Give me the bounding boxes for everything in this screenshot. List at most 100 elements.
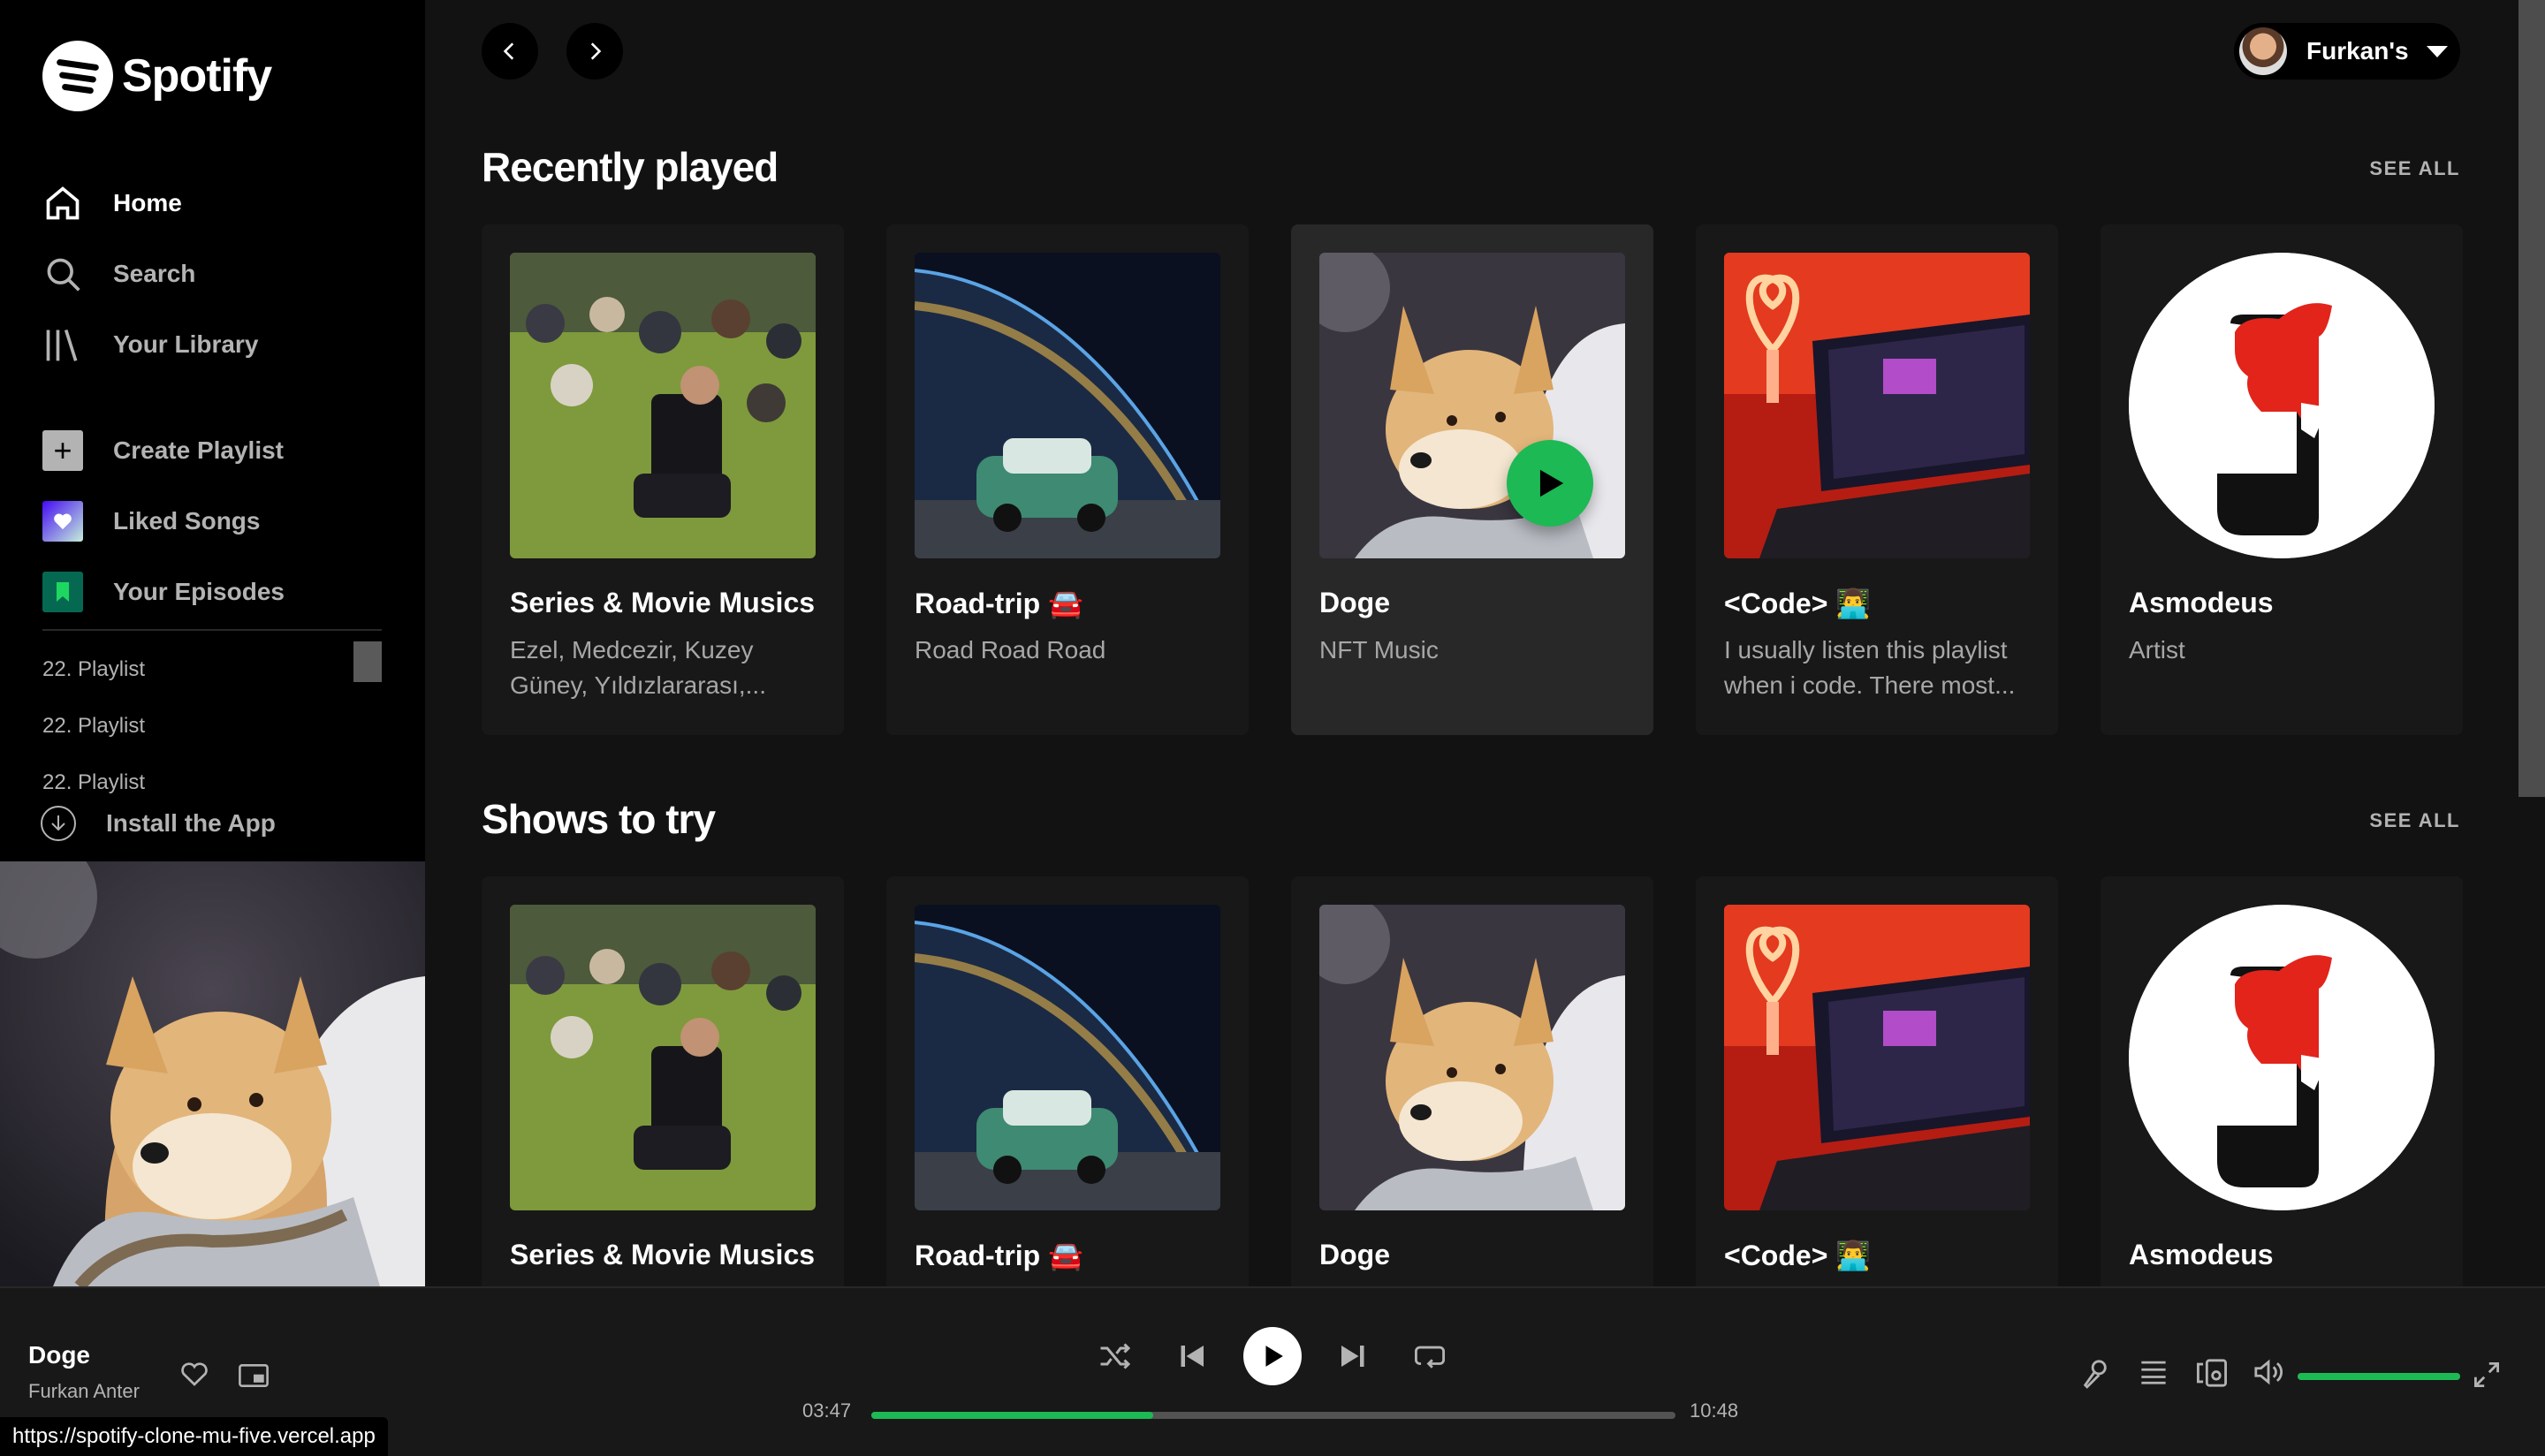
card-art-laptop [1724,253,2030,558]
play-button[interactable] [1507,440,1593,527]
caret-down-icon [2426,45,2448,57]
picture-in-picture-button[interactable] [239,1364,269,1392]
avatar [2239,27,2287,75]
now-playing-title[interactable]: Doge [28,1341,90,1369]
expand-icon [2474,1362,2499,1387]
playlist-scrollbar[interactable] [353,641,382,682]
nav-library-label: Your Library [113,330,259,358]
see-all-recently-played[interactable]: SEE ALL [2369,157,2460,180]
main-scrollbar[interactable] [2518,0,2545,797]
home-icon [42,183,83,224]
main-play-button[interactable] [1243,1327,1302,1385]
skip-back-icon [1181,1346,1204,1367]
status-url: https://spotify-clone-mu-five.vercel.app [0,1417,388,1456]
shows-to-try-row: Series & Movie Musics Road-trip 🚘 Doge <… [482,876,2463,1286]
heart-outline-icon [181,1362,208,1386]
shuffle-button[interactable] [1096,1327,1135,1385]
card-series-movie-musics[interactable]: Series & Movie Musics Ezel, Medcezir, Ku… [482,224,844,735]
card-subtitle: I usually listen this playlist when i co… [1724,636,2016,699]
volume-slider[interactable] [2298,1373,2460,1380]
download-icon [41,806,76,841]
now-playing-cover-art[interactable] [0,835,425,1291]
nav-search[interactable]: Search [42,239,258,309]
playlist-item[interactable]: 22. Playlist [42,641,382,698]
heart-icon [42,501,83,542]
card-code[interactable]: <Code> 👨‍💻 I usually listen this playlis… [1696,224,2058,735]
card-title: Road-trip 🚘 [915,588,1083,619]
nav-search-label: Search [113,260,196,287]
chevron-right-icon [590,42,602,60]
card-asmodeus[interactable]: Asmodeus [2101,876,2463,1286]
card-doge[interactable]: Doge [1291,876,1653,1286]
install-app-button[interactable]: Install the App [41,806,276,841]
card-asmodeus[interactable]: Asmodeus Artist [2101,224,2463,735]
user-menu-button[interactable]: Furkan's [2234,23,2460,80]
repeat-button[interactable] [1410,1327,1449,1385]
top-bar: Furkan's [482,23,2460,80]
elapsed-time: 03:47 [802,1399,852,1422]
card-title: Asmodeus [2129,1239,2274,1270]
create-playlist-label: Create Playlist [113,436,284,464]
card-title: <Code> 👨‍💻 [1724,1240,1872,1271]
progress-bar[interactable] [871,1412,1675,1419]
user-name: Furkan's [2306,37,2409,64]
spotify-app: Spotify Home Search Your Library + Creat… [0,0,2545,1456]
now-playing-artist[interactable]: Furkan Anter [28,1380,140,1403]
card-title: Asmodeus [2129,587,2274,618]
connect-device-button[interactable] [2197,1359,2227,1392]
your-episodes-label: Your Episodes [113,578,285,605]
playlist-item[interactable]: 22. Playlist [42,698,382,755]
back-button[interactable] [482,23,538,80]
card-subtitle: Road Road Road [915,636,1106,664]
liked-songs-label: Liked Songs [113,507,261,535]
forward-button[interactable] [566,23,623,80]
card-doge[interactable]: Doge NFT Music [1291,224,1653,735]
card-title: Series & Movie Musics [510,1239,816,1270]
spotify-logo-text: Spotify [122,50,272,102]
bookmark-icon [42,572,83,612]
sidebar-divider [42,629,382,631]
card-code[interactable]: <Code> 👨‍💻 [1696,876,2058,1286]
playlist-list: 22. Playlist 22. Playlist 22. Playlist [42,641,382,793]
your-episodes-button[interactable]: Your Episodes [42,557,285,627]
create-playlist-button[interactable]: + Create Playlist [42,415,285,486]
microphone-icon [2083,1360,2107,1389]
card-road-trip[interactable]: Road-trip 🚘 Road Road Road [886,224,1249,735]
lyrics-button[interactable] [2082,1359,2108,1393]
nav-home-label: Home [113,189,182,216]
mute-button[interactable] [2253,1359,2283,1390]
main-nav: Home Search Your Library [42,168,258,380]
card-subtitle: NFT Music [1319,636,1439,664]
card-title: Doge [1319,587,1390,618]
volume-icon [2254,1359,2283,1385]
queue-button[interactable] [2140,1359,2167,1390]
previous-button[interactable] [1174,1327,1212,1385]
liked-songs-button[interactable]: Liked Songs [42,486,285,557]
next-button[interactable] [1333,1327,1371,1385]
spotify-logo[interactable]: Spotify [42,39,272,113]
devices-icon [2197,1359,2227,1387]
playback-controls [1096,1327,1449,1385]
play-icon [1539,469,1564,497]
fullscreen-button[interactable] [2474,1362,2499,1392]
section-title-recently-played[interactable]: Recently played [482,143,779,191]
card-title: <Code> 👨‍💻 [1724,588,1872,619]
card-series-movie-musics[interactable]: Series & Movie Musics [482,876,844,1286]
card-title: Road-trip 🚘 [915,1240,1083,1271]
library-icon [42,324,83,365]
card-art-asmodeus [2129,253,2435,558]
card-art-park [510,253,816,558]
volume-fill [2298,1373,2460,1380]
like-button[interactable] [180,1361,209,1392]
sidebar: Spotify Home Search Your Library + Creat… [0,0,425,1291]
card-art-earth [915,905,1220,1210]
library-actions: + Create Playlist Liked Songs Your Episo… [42,415,285,627]
section-title-shows-to-try[interactable]: Shows to try [482,795,716,843]
playlist-item[interactable]: 22. Playlist [42,755,382,793]
card-road-trip[interactable]: Road-trip 🚘 [886,876,1249,1286]
nav-home[interactable]: Home [42,168,258,239]
card-art-earth [915,253,1220,558]
card-subtitle: Artist [2129,636,2185,664]
see-all-shows-to-try[interactable]: SEE ALL [2369,809,2460,832]
nav-library[interactable]: Your Library [42,309,258,380]
